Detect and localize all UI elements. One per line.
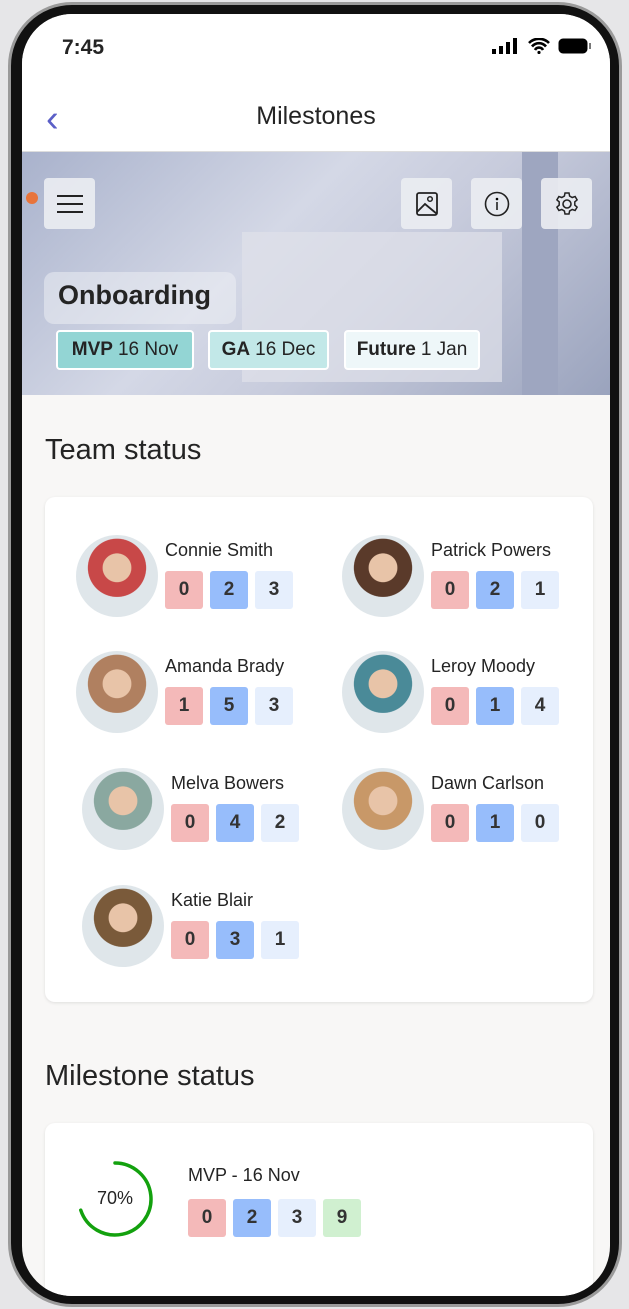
chip-mvp[interactable]: MVP 16 Nov [56,330,194,370]
member-name: Dawn Carlson [431,773,545,793]
settings-button[interactable] [541,178,592,229]
avatar [82,768,164,850]
chip-date: 16 Nov [117,339,179,360]
count-box-light: 1 [521,571,559,609]
team-member[interactable]: Dawn Carlson 0 1 0 [342,768,602,858]
count-box-blue: 5 [210,687,248,725]
chip-label: GA [221,339,251,360]
count-box-light: 0 [521,804,559,842]
wifi-icon [528,38,550,54]
count-box-blue: 1 [476,687,514,725]
count-box-light: 4 [521,687,559,725]
count-box-light: 3 [278,1199,316,1237]
count-box-red: 0 [188,1199,226,1237]
avatar [82,885,164,967]
milestone-status-card: 70% MVP - 16 Nov 0 2 3 9 [45,1123,593,1296]
count-box-blue: 1 [476,804,514,842]
team-member[interactable]: Patrick Powers 0 2 1 [342,535,602,625]
chip-date: 1 Jan [420,339,468,360]
info-icon [484,191,509,216]
menu-button[interactable] [44,178,95,229]
team-member[interactable]: Melva Bowers 0 4 2 [82,768,342,858]
screen: 7:45 ‹ Milestones Onboarding MVP 16 Nov G… [22,14,610,1296]
team-status-heading: Team status [45,434,202,466]
project-title: Onboarding [58,280,211,310]
avatar [342,535,424,617]
count-box-blue: 2 [476,571,514,609]
avatar [76,535,158,617]
count-box-light: 1 [261,921,299,959]
member-name: Melva Bowers [171,773,285,793]
count-box-red: 0 [431,571,469,609]
count-box-light: 3 [255,571,293,609]
member-name: Leroy Moody [431,656,536,676]
milestone-item[interactable]: 70% MVP - 16 Nov 0 2 3 9 [75,1159,375,1249]
battery-icon [558,38,591,54]
hamburger-icon [56,194,83,213]
avatar [342,651,424,733]
member-name: Amanda Brady [165,656,285,676]
count-box-red: 0 [431,687,469,725]
chip-date: 16 Dec [255,339,316,360]
count-box-red: 1 [165,687,203,725]
avatar [76,651,158,733]
chip-label: Future [356,339,416,360]
notification-dot [26,192,38,204]
count-box-green: 9 [323,1199,361,1237]
status-time: 7:45 [62,36,105,59]
team-member[interactable]: Katie Blair 0 3 1 [82,885,342,975]
member-name: Patrick Powers [431,540,552,560]
image-icon [415,191,438,216]
team-member[interactable]: Amanda Brady 1 5 3 [76,651,336,741]
info-button[interactable] [471,178,522,229]
image-button[interactable] [401,178,452,229]
count-box-light: 3 [255,687,293,725]
banner: Onboarding MVP 16 Nov GA 16 Dec Future 1 Ja… [22,152,610,395]
count-box-red: 0 [171,921,209,959]
chip-label: MVP [71,339,113,360]
count-box-light: 2 [261,804,299,842]
count-box-blue: 3 [216,921,254,959]
milestone-name: MVP - 16 Nov [188,1165,300,1185]
team-status-card: Connie Smith 0 2 3 Patrick Powers 0 2 1 … [45,497,593,1002]
milestone-status-heading: Milestone status [45,1060,255,1092]
member-name: Katie Blair [171,890,254,910]
progress-label: 70% [96,1188,134,1208]
count-box-red: 0 [431,804,469,842]
nav-header: ‹ Milestones [22,94,610,152]
page-title: Milestones [256,102,376,130]
avatar [342,768,424,850]
member-name: Connie Smith [165,540,274,560]
chip-ga[interactable]: GA 16 Dec [208,330,329,370]
signal-icon [492,38,517,54]
status-bar: 7:45 [22,14,610,94]
team-member[interactable]: Connie Smith 0 2 3 [76,535,336,625]
chip-future[interactable]: Future 1 Jan [344,330,480,370]
count-box-blue: 2 [210,571,248,609]
count-box-red: 0 [171,804,209,842]
team-member[interactable]: Leroy Moody 0 1 4 [342,651,602,741]
count-box-blue: 2 [233,1199,271,1237]
count-box-red: 0 [165,571,203,609]
gear-icon [555,191,578,215]
count-box-blue: 4 [216,804,254,842]
